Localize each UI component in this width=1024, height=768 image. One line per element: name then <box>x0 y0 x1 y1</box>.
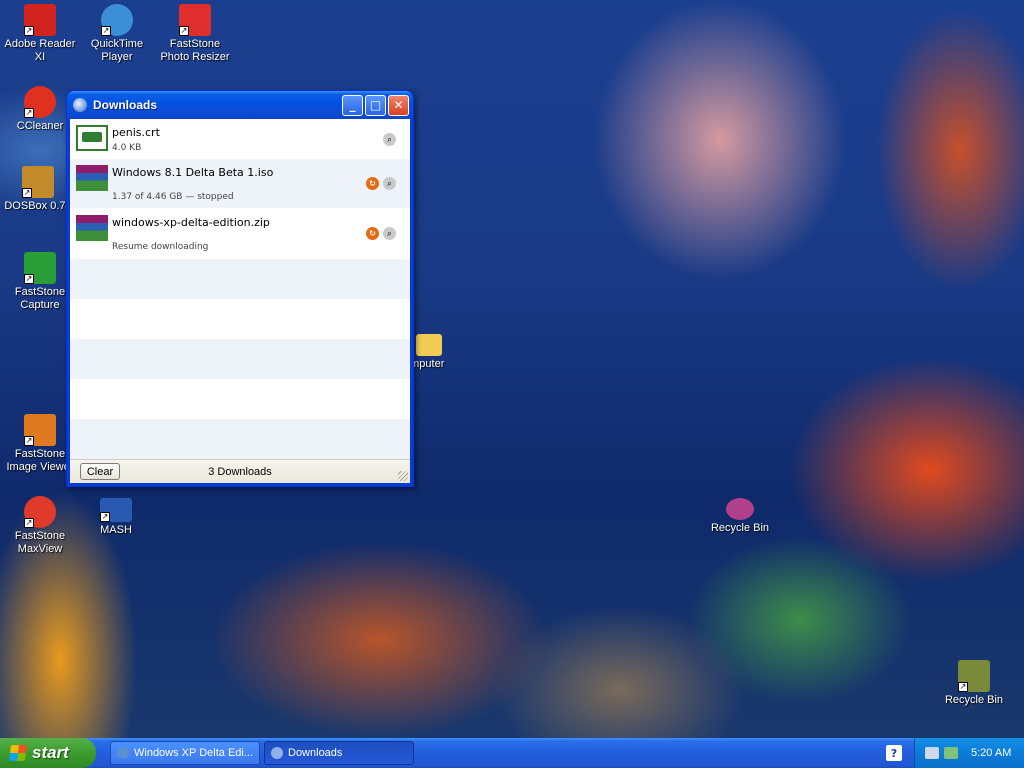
desktop-icon-label: FastStone MaxView <box>14 530 66 555</box>
desktop-icon-mash[interactable]: ↗ MASH <box>76 498 156 537</box>
desktop-icon-recycle-bin[interactable]: Recycle Bin <box>700 498 780 535</box>
empty-list-row <box>70 339 410 379</box>
downloads-app-icon <box>73 98 87 112</box>
minimize-button[interactable]: _ <box>342 94 363 116</box>
close-button[interactable]: ✕ <box>388 94 409 116</box>
download-status: 1.37 of 4.46 GB — stopped <box>112 192 234 202</box>
desktop-icon-label: Recycle Bin <box>710 522 770 534</box>
desktop-icon-label: QuickTime Player <box>90 38 144 63</box>
clear-button[interactable]: Clear <box>80 463 120 480</box>
empty-list-row <box>70 299 410 339</box>
downloads-taskbar-icon <box>271 747 283 759</box>
desktop-icon-quicktime[interactable]: ↗ QuickTime Player <box>77 4 157 64</box>
dosbox-icon: ↗ <box>22 166 54 198</box>
system-tray: 5:20 AM <box>914 738 1024 768</box>
desktop-icon-label: FastStone Photo Resizer <box>160 38 230 63</box>
quicktime-icon: ↗ <box>101 4 133 36</box>
show-in-folder-icon[interactable]: ⌕ <box>383 177 396 190</box>
desktop-icon-adobe-reader[interactable]: ↗ Adobe Reader XI <box>0 4 80 64</box>
download-list[interactable]: penis.crt 4.0 KB ⌕ Windows 8.1 Delta Bet… <box>70 119 410 459</box>
desktop-icon-label: FastStone Image Viewer <box>6 448 74 473</box>
photo-resizer-icon: ↗ <box>179 4 211 36</box>
recycle-bin-full-icon: ↗ <box>958 660 990 692</box>
taskbar-button-label: Downloads <box>288 747 343 759</box>
certificate-icon <box>76 125 108 151</box>
retry-icon[interactable]: ↻ <box>366 227 379 240</box>
maximize-button[interactable]: □ <box>365 94 386 116</box>
download-item[interactable]: Windows 8.1 Delta Beta 1.iso 1.37 of 4.4… <box>70 159 410 209</box>
desktop-icon-maxview[interactable]: ↗ FastStone MaxView <box>0 496 80 556</box>
retry-icon[interactable]: ↻ <box>366 177 379 190</box>
download-status: 4.0 KB <box>112 143 142 153</box>
window-title: Downloads <box>93 98 158 112</box>
ccleaner-icon: ↗ <box>24 86 56 118</box>
windows-flag-icon <box>8 745 28 761</box>
start-button[interactable]: start <box>0 738 96 768</box>
show-in-folder-icon[interactable]: ⌕ <box>383 133 396 146</box>
download-count: 3 Downloads <box>208 465 272 478</box>
help-icon[interactable]: ? <box>886 745 902 761</box>
image-viewer-icon: ↗ <box>24 414 56 446</box>
capture-icon: ↗ <box>24 252 56 284</box>
downloads-client-area: penis.crt 4.0 KB ⌕ Windows 8.1 Delta Bet… <box>70 119 410 483</box>
download-status[interactable]: Resume downloading <box>112 242 410 252</box>
downloads-footer: Clear 3 Downloads <box>70 459 410 483</box>
desktop-icon-dosbox[interactable]: ↗ DOSBox 0.74 <box>0 166 76 213</box>
desktop-icon-label: CCleaner <box>16 120 64 132</box>
empty-list-row <box>70 259 410 299</box>
empty-list-row <box>70 379 410 419</box>
desktop-icon-label: FastStone Capture <box>14 286 66 311</box>
desktop-icon-photo-resizer[interactable]: ↗ FastStone Photo Resizer <box>155 4 235 64</box>
download-item[interactable]: penis.crt 4.0 KB ⌕ <box>70 119 410 159</box>
safely-remove-hardware-icon[interactable] <box>944 747 958 759</box>
mash-icon: ↗ <box>100 498 132 522</box>
desktop-icon-label: Recycle Bin <box>944 694 1004 706</box>
resize-grip[interactable] <box>398 471 408 481</box>
network-icon[interactable] <box>925 747 939 759</box>
desktop-icon-label: MASH <box>100 524 132 536</box>
empty-list-row <box>70 419 410 459</box>
window-titlebar[interactable]: Downloads _ □ ✕ <box>67 91 413 119</box>
desktop-icon-label: Adobe Reader XI <box>4 38 76 63</box>
winrar-archive-icon <box>76 215 108 241</box>
winrar-archive-icon <box>76 165 108 191</box>
taskbar-button-downloads[interactable]: Downloads <box>264 741 414 765</box>
downloads-window[interactable]: Downloads _ □ ✕ penis.crt 4.0 KB ⌕ Windo… <box>66 90 414 487</box>
maxview-icon: ↗ <box>24 496 56 528</box>
desktop-icon-computer[interactable]: omputer <box>404 334 484 371</box>
download-item[interactable]: windows-xp-delta-edition.zip Resume down… <box>70 209 410 259</box>
download-file-name: penis.crt <box>112 126 160 139</box>
recycle-bin-icon <box>726 498 754 520</box>
start-label: start <box>32 743 69 762</box>
folder-icon <box>416 334 442 356</box>
taskbar: start Windows XP Delta Edi... Downloads … <box>0 738 1024 768</box>
desktop-icon-label: DOSBox 0.74 <box>4 200 72 212</box>
taskbar-button-label: Windows XP Delta Edi... <box>134 747 254 759</box>
browser-icon <box>117 747 129 759</box>
clock[interactable]: 5:20 AM <box>971 747 1011 759</box>
pdf-icon: ↗ <box>24 4 56 36</box>
show-in-folder-icon[interactable]: ⌕ <box>383 227 396 240</box>
taskbar-button-browser[interactable]: Windows XP Delta Edi... <box>110 741 260 765</box>
desktop-icon-recycle-bin-full[interactable]: ↗ Recycle Bin <box>934 660 1014 707</box>
